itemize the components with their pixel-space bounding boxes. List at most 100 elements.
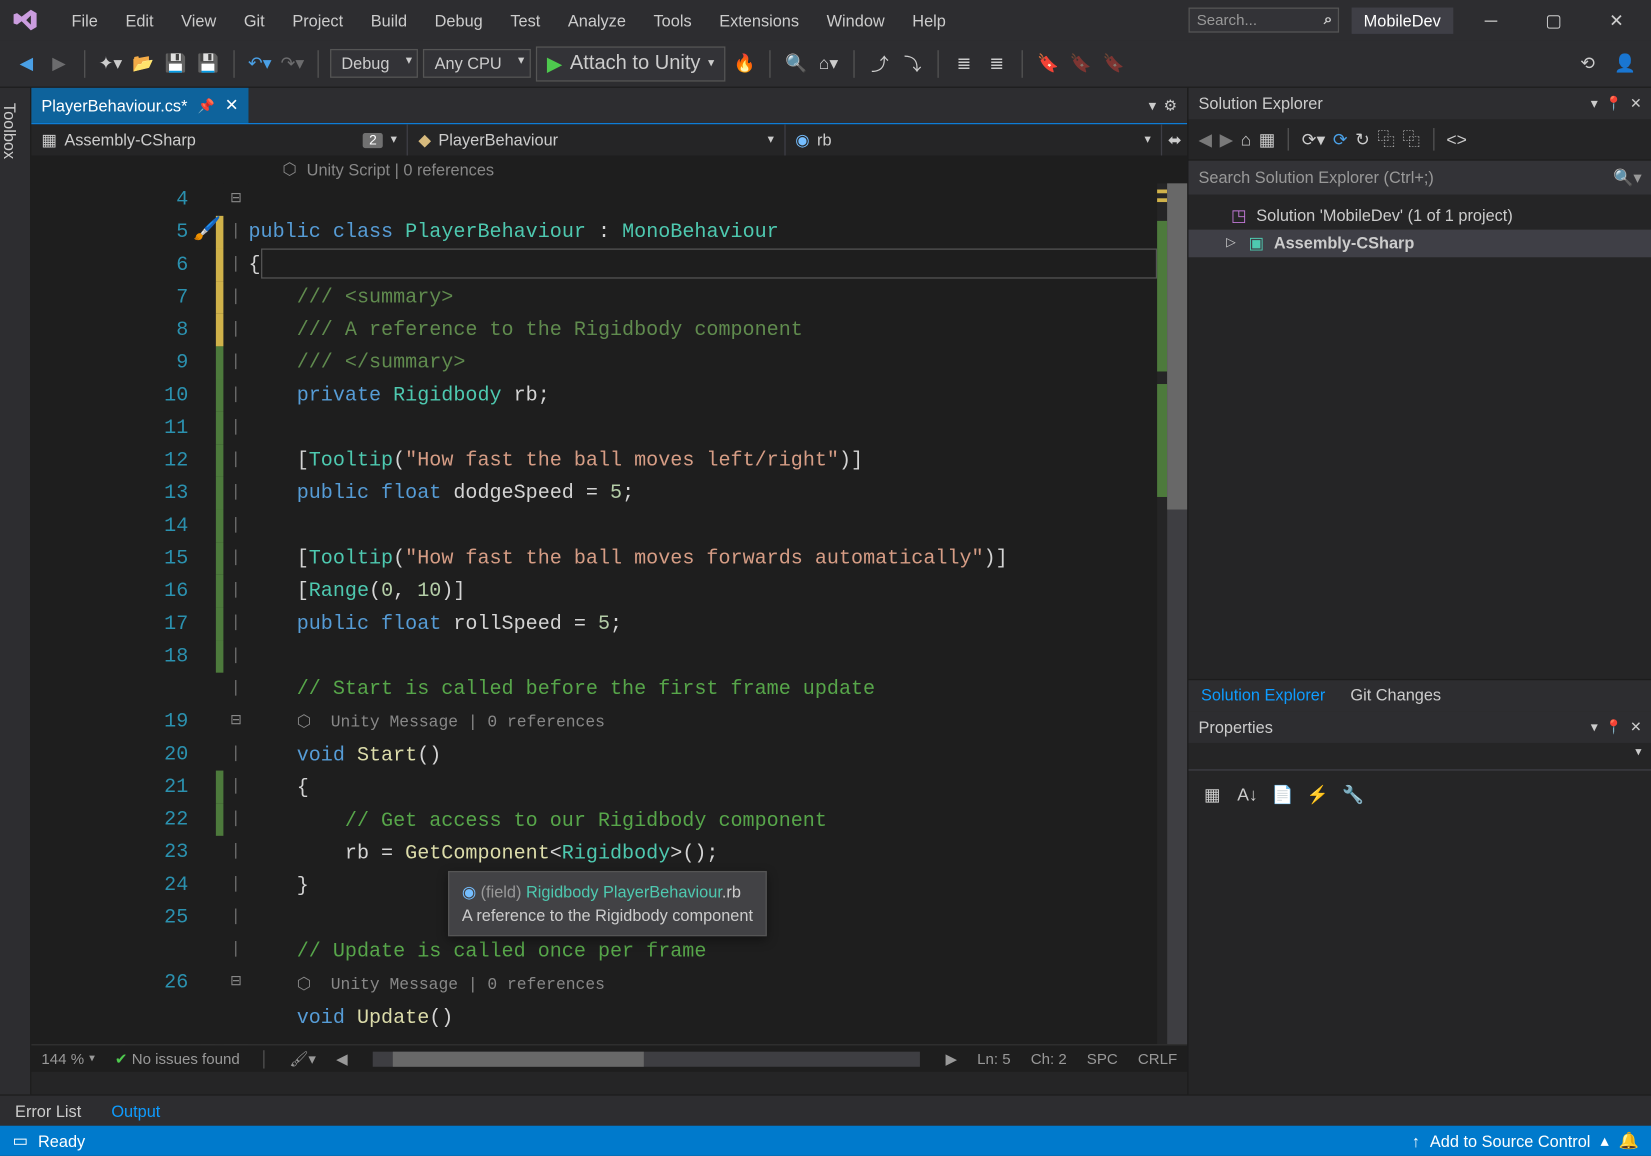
line-indicator[interactable]: Ln: 5 xyxy=(977,1050,1011,1068)
tab-solution-explorer[interactable]: Solution Explorer xyxy=(1188,680,1337,711)
toolbox-rail[interactable]: Toolbox xyxy=(0,88,31,1095)
hscroll-thumb[interactable] xyxy=(393,1051,644,1066)
se-collapse-button[interactable]: ⿻ xyxy=(1377,127,1395,152)
hscroll-left[interactable]: ◀ xyxy=(336,1050,348,1068)
zoom-dropdown[interactable]: 144 %▾ xyxy=(41,1050,94,1068)
nav-forward-button[interactable]: ▶ xyxy=(45,50,73,78)
codelens-class[interactable]: ⬡ Unity Script | 0 references xyxy=(31,156,1187,184)
minimize-button[interactable]: ─ xyxy=(1466,10,1516,30)
live-share-button[interactable]: ⟲ xyxy=(1574,50,1602,78)
bookmark-prev-button[interactable]: 🔖 xyxy=(1067,50,1095,78)
notifications-icon[interactable]: 🔔 xyxy=(1619,1131,1639,1151)
step-over-icon[interactable]: ⤴ xyxy=(866,50,894,78)
props-selector[interactable]: ▾ xyxy=(1188,743,1651,771)
se-sync-button[interactable]: ⟳ xyxy=(1333,129,1348,150)
split-editor-button[interactable]: ⬌ xyxy=(1162,124,1187,155)
hscroll-right[interactable]: ▶ xyxy=(945,1050,957,1068)
props-wrench-button[interactable]: 🔧 xyxy=(1339,781,1367,809)
code-editor[interactable]: 456789101112131415161718 19202122232425 … xyxy=(31,183,1187,1044)
menu-window[interactable]: Window xyxy=(813,6,899,35)
tab-settings-button[interactable]: ⚙ xyxy=(1164,97,1178,115)
panel-close-button[interactable]: ✕ xyxy=(1630,95,1642,111)
close-window-button[interactable]: ✕ xyxy=(1591,9,1641,30)
column-indicator[interactable]: Ch: 2 xyxy=(1031,1050,1067,1068)
caret-right-icon[interactable]: ▷ xyxy=(1226,230,1239,258)
indent-increase-button[interactable]: ≣ xyxy=(983,50,1011,78)
nav-assembly-dropdown[interactable]: ▦ Assembly-CSharp 2 ▾ xyxy=(31,124,408,155)
props-categorized-button[interactable]: ▦ xyxy=(1199,781,1227,809)
menu-edit[interactable]: Edit xyxy=(112,6,168,35)
pin-icon[interactable]: 📌 xyxy=(197,97,214,113)
nav-member-dropdown[interactable]: ◉ rb ▾ xyxy=(785,124,1162,155)
menu-extensions[interactable]: Extensions xyxy=(705,6,812,35)
add-source-control-button[interactable]: Add to Source Control xyxy=(1430,1131,1591,1150)
nav-class-dropdown[interactable]: ◆ PlayerBehaviour ▾ xyxy=(408,124,785,155)
horizontal-scrollbar[interactable] xyxy=(373,1051,921,1066)
scroll-overview[interactable] xyxy=(1157,183,1167,1044)
quick-search-input[interactable]: Search... xyxy=(1188,8,1339,33)
se-showall-button[interactable]: ⿻ xyxy=(1402,127,1420,152)
menu-file[interactable]: File xyxy=(58,6,112,35)
account-button[interactable]: 👤 xyxy=(1611,50,1639,78)
solution-node[interactable]: ◳ Solution 'MobileDev' (1 of 1 project) xyxy=(1188,202,1651,230)
props-dropdown-button[interactable]: ▾ xyxy=(1591,719,1598,735)
menu-build[interactable]: Build xyxy=(357,6,421,35)
fold-bar[interactable]: ⊟│││││││││││││││⊟│││││││⊟ xyxy=(223,183,248,1044)
close-tab-icon[interactable]: ✕ xyxy=(225,95,239,115)
props-page-button[interactable]: 📄 xyxy=(1269,781,1297,809)
indent-indicator[interactable]: SPC xyxy=(1087,1050,1118,1068)
menu-test[interactable]: Test xyxy=(497,6,555,35)
save-all-button[interactable]: 💾 xyxy=(195,50,223,78)
codelens-start[interactable]: ⬡ Unity Message | 0 references xyxy=(297,707,605,740)
props-alpha-button[interactable]: A↓ xyxy=(1234,781,1262,809)
menu-project[interactable]: Project xyxy=(279,6,357,35)
maximize-button[interactable]: ▢ xyxy=(1529,9,1579,30)
se-filter-button[interactable]: ⟳▾ xyxy=(1302,129,1326,150)
tab-overflow-button[interactable]: ▾ xyxy=(1149,97,1157,115)
bookmark-button[interactable]: 🔖 xyxy=(1034,50,1062,78)
file-tab-active[interactable]: PlayerBehaviour.cs* 📌 ✕ xyxy=(31,88,248,123)
tab-git-changes[interactable]: Git Changes xyxy=(1338,680,1454,711)
se-refresh-button[interactable]: ↻ xyxy=(1355,129,1370,150)
config-dropdown[interactable]: Debug xyxy=(330,49,418,78)
se-home-button[interactable]: ⌂ xyxy=(1241,129,1252,149)
menu-git[interactable]: Git xyxy=(230,6,278,35)
issues-indicator[interactable]: ✔ No issues found xyxy=(115,1050,240,1068)
tab-error-list[interactable]: Error List xyxy=(0,1097,96,1123)
bookmark-next-button[interactable]: 🔖 xyxy=(1100,50,1128,78)
se-switch-view-button[interactable]: ▦ xyxy=(1259,129,1276,150)
toolbox-button[interactable]: ⌂▾ xyxy=(815,50,843,78)
props-close-button[interactable]: ✕ xyxy=(1630,719,1642,735)
menu-debug[interactable]: Debug xyxy=(421,6,497,35)
panel-dropdown-button[interactable]: ▾ xyxy=(1591,95,1598,111)
undo-button[interactable]: ↶▾ xyxy=(246,50,274,78)
vertical-scrollbar[interactable] xyxy=(1167,183,1187,1044)
props-pin-button[interactable]: 📍 xyxy=(1605,719,1622,735)
find-in-files-button[interactable]: 🔍 xyxy=(782,50,810,78)
solution-search-input[interactable]: Search Solution Explorer (Ctrl+;) 🔍▾ xyxy=(1188,159,1651,194)
codelens-update[interactable]: ⬡ Unity Message | 0 references xyxy=(297,969,605,1002)
panel-pin-button[interactable]: 📍 xyxy=(1605,95,1622,111)
menu-help[interactable]: Help xyxy=(899,6,960,35)
se-properties-button[interactable]: <> xyxy=(1446,129,1467,149)
new-item-button[interactable]: ✦▾ xyxy=(97,50,125,78)
open-file-button[interactable]: 📂 xyxy=(129,50,157,78)
brush-button[interactable]: 🖌▾ xyxy=(289,1050,316,1068)
hot-reload-button[interactable]: 🔥 xyxy=(731,50,759,78)
nav-back-button[interactable]: ◀ xyxy=(13,50,41,78)
indent-decrease-button[interactable]: ≣ xyxy=(950,50,978,78)
platform-dropdown[interactable]: Any CPU xyxy=(423,49,530,78)
lineending-indicator[interactable]: CRLF xyxy=(1138,1050,1177,1068)
tab-output[interactable]: Output xyxy=(96,1097,175,1123)
step-into-icon[interactable]: ⤵ xyxy=(899,50,927,78)
se-forward-button[interactable]: ▶ xyxy=(1220,129,1234,150)
scroll-thumb[interactable] xyxy=(1167,183,1187,509)
start-debug-button[interactable]: ▶ Attach to Unity ▾ xyxy=(536,46,726,81)
menu-analyze[interactable]: Analyze xyxy=(554,6,640,35)
source-control-caret-icon[interactable]: ▴ xyxy=(1600,1131,1608,1151)
se-back-button[interactable]: ◀ xyxy=(1199,129,1213,150)
props-events-button[interactable]: ⚡ xyxy=(1304,781,1332,809)
redo-button[interactable]: ↷▾ xyxy=(279,50,307,78)
menu-tools[interactable]: Tools xyxy=(640,6,706,35)
save-button[interactable]: 💾 xyxy=(162,50,190,78)
